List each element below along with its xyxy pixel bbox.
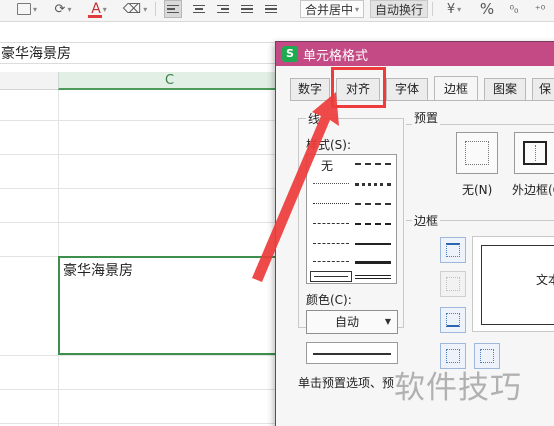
formula-bar-content: 豪华海景房 xyxy=(1,46,71,62)
column-header-c[interactable]: C xyxy=(58,72,280,90)
grid-line xyxy=(0,355,280,356)
line-color-value: 自动 xyxy=(335,315,360,329)
align-justify-button[interactable] xyxy=(238,0,256,18)
clear-format-button[interactable]: ⌫ ▾ xyxy=(120,0,150,18)
chevron-down-icon: ▾ xyxy=(102,4,107,14)
chevron-down-icon: ▾ xyxy=(67,4,72,14)
dropdown-arrow-icon: ▼ xyxy=(384,317,391,326)
preset-none-label: 无(N) xyxy=(462,183,493,197)
ribbon-toolbar: ▾ ⟳ ▾ A ▾ ⌫ ▾ 合并居中 ▾ 自动换行 ¥ ▾ % ⁰₀ ⁺⁰ xyxy=(0,0,554,22)
distributed-align-button[interactable] xyxy=(262,0,280,18)
border-none-icon xyxy=(465,141,489,165)
line-style-option[interactable] xyxy=(355,275,391,279)
grid-line xyxy=(0,389,280,390)
format-painter-button[interactable]: ▾ xyxy=(14,0,40,18)
align-center-button[interactable] xyxy=(190,0,208,18)
grid-line xyxy=(0,120,280,121)
line-style-none[interactable]: 无 xyxy=(321,157,333,174)
line-style-option[interactable] xyxy=(355,243,391,245)
auto-wrap-button[interactable]: 自动换行 xyxy=(370,0,429,18)
border-outline-icon xyxy=(523,141,547,165)
dialog-hint-text: 单击预置选项、预 xyxy=(298,376,395,390)
line-style-option[interactable] xyxy=(355,223,391,225)
wps-app-icon: S xyxy=(282,46,298,62)
preset-outline-button[interactable] xyxy=(514,132,554,174)
formula-bar[interactable]: 豪华海景房 xyxy=(0,42,280,64)
border-bottom-button[interactable] xyxy=(440,307,466,333)
font-color-bar xyxy=(88,15,102,18)
thousands-separator-button[interactable]: ⁰₀ xyxy=(506,0,522,18)
percent-icon: % xyxy=(479,0,495,18)
line-style-list[interactable]: 无 xyxy=(306,154,397,284)
eraser-icon: ⌫ xyxy=(122,1,142,17)
watermark: 软件技巧 xyxy=(394,370,522,406)
border-preview[interactable]: 文本 xyxy=(472,236,554,332)
chevron-down-icon: ▾ xyxy=(143,4,148,14)
chevron-down-icon: ▾ xyxy=(32,4,37,14)
line-style-option[interactable] xyxy=(313,243,349,244)
align-left-button[interactable] xyxy=(164,0,182,18)
preset-group-label: 预置 xyxy=(412,109,441,126)
tab-panel-border xyxy=(290,100,554,101)
chevron-down-icon: ▾ xyxy=(355,4,360,14)
grid-line xyxy=(0,222,280,223)
line-style-option[interactable] xyxy=(355,183,391,186)
tab-number[interactable]: 数字 xyxy=(290,78,330,100)
line-style-option[interactable] xyxy=(313,203,349,204)
line-style-option[interactable] xyxy=(355,203,391,205)
border-top-button[interactable] xyxy=(440,237,466,263)
border-group-label: 边框 xyxy=(412,212,441,229)
dialog-title: 单元格格式 xyxy=(303,49,369,64)
preview-text: 文本 xyxy=(536,273,554,287)
line-style-option[interactable] xyxy=(313,223,349,224)
color-label: 颜色(C): xyxy=(306,291,352,308)
line-group-label: 线 xyxy=(306,110,323,127)
tab-protection[interactable]: 保 xyxy=(532,78,554,100)
fill-bucket-icon: ⟳ xyxy=(54,1,66,17)
tab-pattern[interactable]: 图案 xyxy=(484,78,526,100)
dialog-tabs: 数字 对齐 字体 边框 图案 保 xyxy=(290,76,554,101)
currency-icon: ¥ xyxy=(446,1,456,17)
grid-line xyxy=(0,188,280,189)
dialog-title-bar[interactable]: S 单元格格式 xyxy=(276,42,554,66)
currency-format-button[interactable]: ¥ ▾ xyxy=(440,0,468,18)
style-label: 样式(S): xyxy=(306,136,352,153)
grid-line xyxy=(0,423,280,424)
border-inside-horizontal-button[interactable] xyxy=(440,271,466,297)
line-color-select[interactable]: 自动 ▼ xyxy=(306,310,398,334)
auto-wrap-label: 自动换行 xyxy=(375,2,424,17)
align-right-button[interactable] xyxy=(214,0,232,18)
line-style-option[interactable] xyxy=(313,261,349,262)
fill-color-button[interactable]: ⟳ ▾ xyxy=(50,0,76,18)
format-painter-icon xyxy=(16,3,31,15)
thousands-icon: ⁰₀ xyxy=(509,2,519,16)
preset-outline-label: 外边框(O xyxy=(512,183,554,197)
merge-center-label: 合并居中 xyxy=(305,2,354,17)
preset-none-button[interactable] xyxy=(456,132,498,174)
increase-decimal-button[interactable]: ⁺⁰ xyxy=(530,0,550,18)
line-style-option[interactable] xyxy=(355,261,391,264)
tab-border[interactable]: 边框 xyxy=(434,76,478,101)
merge-center-button[interactable]: 合并居中 ▾ xyxy=(300,0,365,18)
line-style-option[interactable] xyxy=(313,183,349,184)
line-style-selected[interactable] xyxy=(310,271,352,282)
grid-line xyxy=(0,154,280,155)
spreadsheet-grid: C 豪华海景房 xyxy=(0,72,280,426)
increase-decimal-icon: ⁺⁰ xyxy=(534,2,546,16)
annotation-highlight-box xyxy=(331,67,386,108)
line-style-option[interactable] xyxy=(355,163,391,165)
selected-cell-text: 豪华海景房 xyxy=(63,263,133,279)
percent-format-button[interactable]: % xyxy=(478,0,496,18)
selected-cell[interactable]: 豪华海景房 xyxy=(58,256,280,355)
toolbar-separator xyxy=(432,2,433,16)
chevron-down-icon: ▾ xyxy=(457,4,462,14)
toolbar-separator xyxy=(155,2,156,16)
tab-font[interactable]: 字体 xyxy=(386,78,428,100)
line-color-preview xyxy=(306,342,398,364)
